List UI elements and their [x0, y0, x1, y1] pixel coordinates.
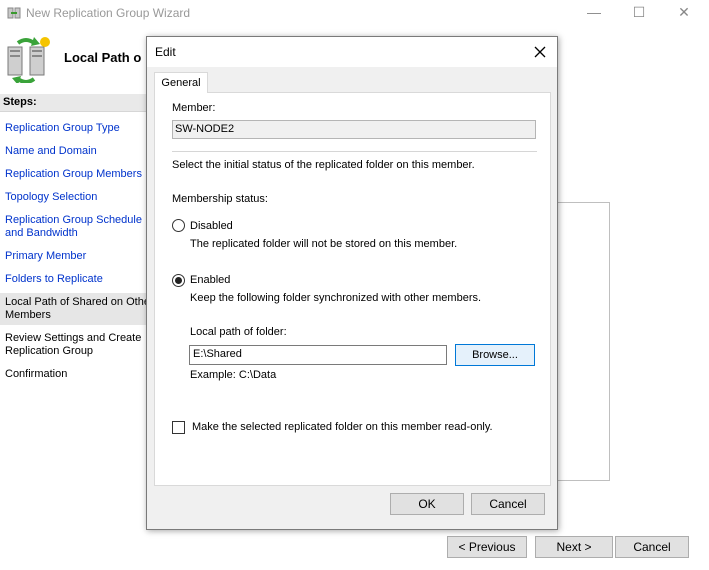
wizard-steps-sidebar: Steps: Replication Group Type Name and D… [0, 90, 147, 570]
status-instruction: Select the initial status of the replica… [172, 159, 475, 171]
step-label-line2: Replication Group [5, 345, 94, 357]
membership-status-label: Membership status: [172, 193, 268, 205]
browse-button[interactable]: Browse... [455, 344, 535, 366]
steps-title: Steps: [0, 94, 147, 112]
close-window-button[interactable]: ✕ [662, 0, 706, 26]
step-label-line2: and Bandwidth [5, 227, 78, 239]
enabled-radio[interactable] [172, 274, 185, 287]
replication-servers-icon [7, 37, 50, 83]
cancel-button[interactable]: Cancel [471, 493, 545, 515]
wizard-app-icon [7, 7, 21, 19]
step-folders-to-replicate[interactable]: Folders to Replicate [5, 273, 150, 286]
close-icon[interactable] [529, 41, 551, 63]
member-label: Member: [172, 102, 216, 114]
minimize-button[interactable]: — [572, 0, 616, 26]
step-review-settings: Review Settings and Create Replication G… [5, 332, 150, 358]
example-text: Example: C:\Data [190, 369, 277, 381]
enabled-description: Keep the following folder synchronized w… [190, 292, 482, 304]
wizard-title: New Replication Group Wizard [26, 6, 191, 20]
wizard-page-heading: Local Path o [64, 50, 142, 65]
step-name-and-domain[interactable]: Name and Domain [5, 145, 150, 158]
wizard-cancel-button[interactable]: Cancel [615, 536, 689, 558]
step-label-line1: Review Settings and Create [5, 332, 142, 344]
next-button[interactable]: Next > [535, 536, 613, 558]
wizard-members-list[interactable] [555, 202, 610, 481]
enabled-radio-label[interactable]: Enabled [190, 274, 230, 286]
read-only-checkbox[interactable] [172, 421, 185, 434]
edit-dialog: Edit General Member: SW-NODE2 Select the… [146, 36, 558, 530]
step-label-line1: Local Path of Shared on Othe [5, 296, 147, 308]
edit-dialog-titlebar: Edit [147, 37, 557, 67]
ok-button[interactable]: OK [390, 493, 464, 515]
step-local-path-current: Local Path of Shared on Othe Members [0, 293, 147, 325]
radio-selected-dot [175, 277, 182, 284]
tab-general[interactable]: General [154, 72, 208, 93]
edit-dialog-title: Edit [155, 45, 176, 59]
step-replication-group-type[interactable]: Replication Group Type [5, 122, 150, 135]
step-label-line1: Replication Group Schedule [5, 214, 142, 226]
step-topology-selection[interactable]: Topology Selection [5, 191, 150, 204]
local-path-label: Local path of folder: [190, 326, 287, 338]
disabled-radio-label[interactable]: Disabled [190, 220, 233, 232]
step-schedule-and-bandwidth[interactable]: Replication Group Schedule and Bandwidth [5, 214, 150, 240]
previous-button[interactable]: < Previous [447, 536, 527, 558]
general-tab-panel: Member: SW-NODE2 Select the initial stat… [154, 92, 551, 486]
local-path-input[interactable]: E:\Shared [189, 345, 447, 365]
disabled-description: The replicated folder will not be stored… [190, 238, 458, 250]
wizard-titlebar: New Replication Group Wizard — ☐ ✕ [0, 0, 709, 28]
step-label-line2: Members [5, 309, 51, 321]
step-confirmation: Confirmation [5, 368, 68, 380]
maximize-button[interactable]: ☐ [617, 0, 661, 26]
separator [172, 151, 537, 152]
read-only-label[interactable]: Make the selected replicated folder on t… [192, 421, 493, 433]
member-field: SW-NODE2 [172, 120, 536, 139]
step-primary-member[interactable]: Primary Member [5, 250, 150, 263]
disabled-radio[interactable] [172, 219, 185, 232]
step-replication-group-members[interactable]: Replication Group Members [5, 168, 150, 181]
